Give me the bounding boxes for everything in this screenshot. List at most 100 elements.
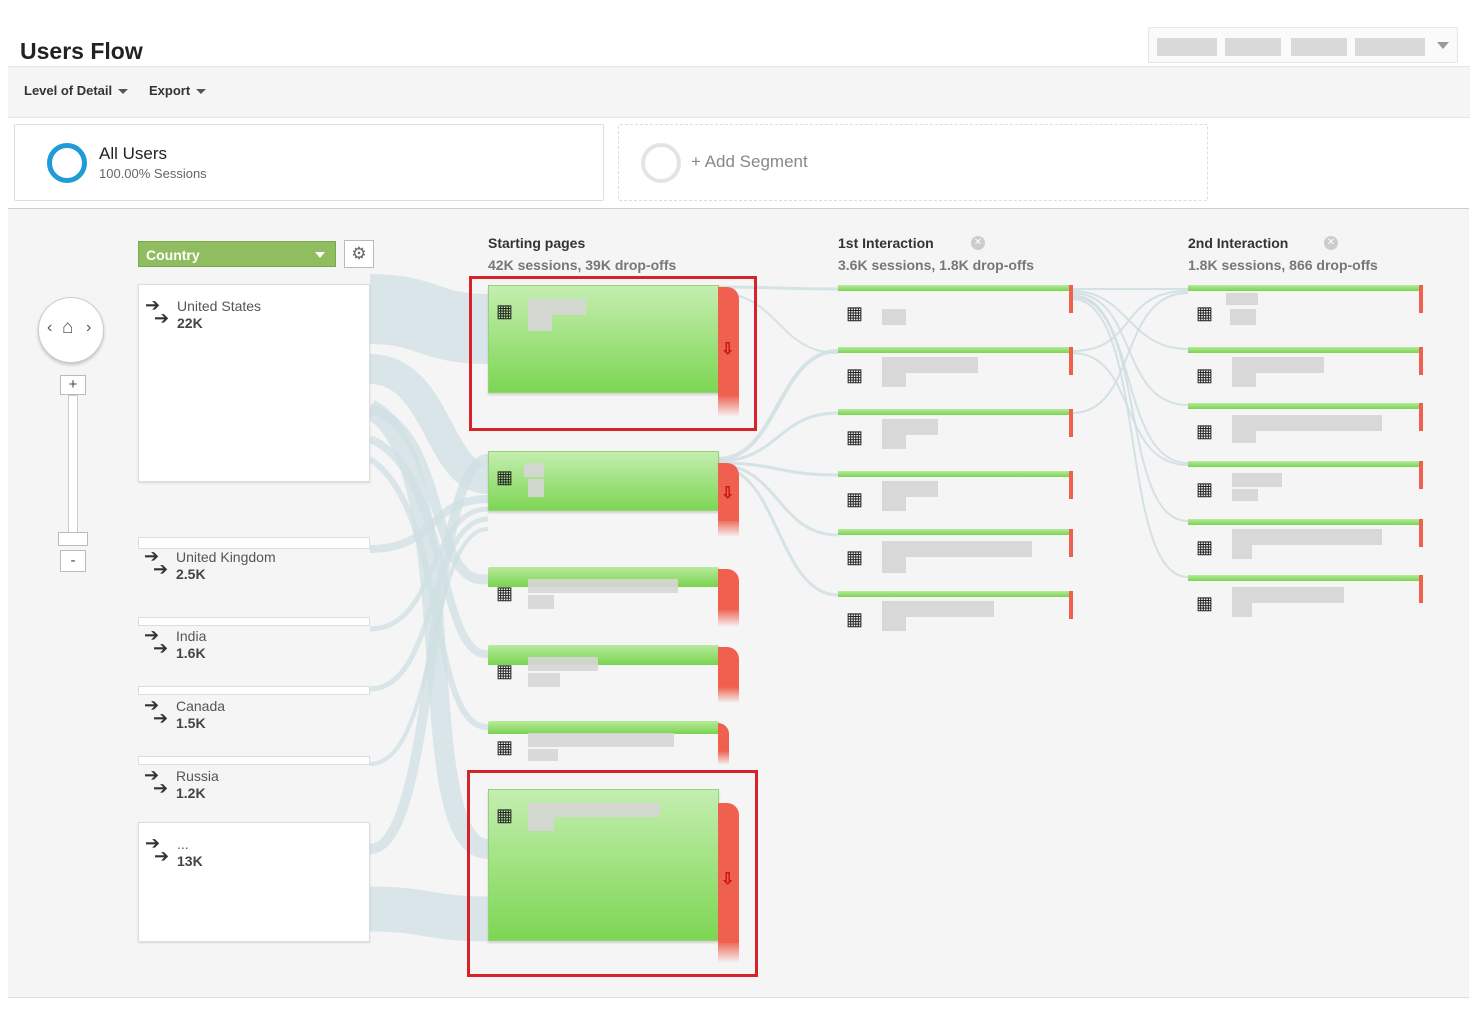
page-node-bar <box>838 285 1070 291</box>
drop-off-bar[interactable] <box>1069 591 1073 619</box>
caret-down-icon <box>118 89 129 95</box>
interaction-page-node[interactable]: ▦ <box>1188 285 1423 335</box>
drop-off-arrow-icon: ⇩ <box>721 485 735 502</box>
page-node-bar <box>838 591 1070 597</box>
interaction-page-node[interactable]: ▦ <box>1188 575 1423 625</box>
starting-pages-header: Starting pages 42K sessions, 39K drop-of… <box>488 235 676 273</box>
country-node[interactable]: ➔ ➔ India 1.6K <box>138 615 370 661</box>
country-node[interactable]: ➔ ➔ Russia 1.2K <box>138 755 370 801</box>
drop-off-bar[interactable] <box>1069 471 1073 499</box>
redirect-arrows-icon: ➔ ➔ <box>145 295 170 328</box>
blurred-account-text <box>1157 38 1217 56</box>
starting-page-node[interactable]: ⇩ ▦ <box>488 451 740 541</box>
account-selector[interactable] <box>1148 27 1458 63</box>
page-node-bar <box>1188 347 1420 353</box>
page-icon: ▦ <box>1196 537 1214 557</box>
blurred-page-name <box>882 541 1032 557</box>
country-sessions: 2.5K <box>176 566 206 582</box>
country-node[interactable]: ➔ ➔ Canada 1.5K <box>138 685 370 731</box>
blurred-account-text <box>1355 38 1425 56</box>
gear-icon[interactable]: ⚙ <box>344 240 374 268</box>
page-node-bar <box>1188 285 1420 291</box>
page-title: Users Flow <box>20 38 143 64</box>
home-icon[interactable]: ⌂ <box>62 317 73 339</box>
redirect-arrows-icon: ➔ ➔ <box>144 765 169 798</box>
drop-off-bar[interactable] <box>718 647 739 687</box>
export-button[interactable]: Export <box>149 83 207 98</box>
blurred-page-name <box>882 357 978 373</box>
segment-all-users[interactable]: All Users 100.00% Sessions <box>14 124 604 201</box>
chevron-down-icon[interactable] <box>1437 42 1449 49</box>
page-icon: ▦ <box>846 547 864 567</box>
page-node-bar <box>1188 575 1420 581</box>
country-sessions: 1.5K <box>176 715 206 731</box>
interaction-page-node[interactable]: ▦ <box>838 591 1073 641</box>
country-name: India <box>176 628 207 644</box>
blurred-page-name <box>882 557 906 573</box>
country-name: United States <box>177 298 262 314</box>
starting-page-node[interactable]: ▦ <box>488 645 740 725</box>
blurred-page-name <box>524 463 544 477</box>
page-node-bar <box>488 645 719 665</box>
empty-segment-ring-icon <box>641 143 681 183</box>
blurred-page-name <box>528 579 678 593</box>
blurred-page-name <box>882 497 906 511</box>
interaction-page-node[interactable]: ▦ <box>838 285 1073 335</box>
interaction-page-node[interactable]: ▦ <box>838 409 1073 459</box>
pan-control[interactable]: ‹ ⌂ › <box>38 297 104 363</box>
drop-off-bar[interactable] <box>1419 519 1423 547</box>
country-name: ... <box>177 836 189 852</box>
drop-off-bar[interactable] <box>1069 409 1073 437</box>
dimension-label: Country <box>146 247 200 263</box>
page-icon: ▦ <box>1196 365 1214 385</box>
blurred-account-text <box>1225 38 1281 56</box>
add-segment-button[interactable]: + Add Segment <box>618 124 1208 201</box>
interaction-page-node[interactable]: ▦ <box>1188 347 1423 397</box>
segment-sessions: 100.00% Sessions <box>99 166 207 181</box>
page-icon: ▦ <box>1196 479 1214 499</box>
drop-off-bar[interactable] <box>718 569 739 609</box>
remove-step-icon[interactable]: ✕ <box>971 236 985 250</box>
blurred-page-name <box>528 733 674 747</box>
interaction-page-node[interactable]: ▦ <box>838 529 1073 579</box>
drop-off-bar[interactable] <box>1419 403 1423 431</box>
blurred-account-text <box>1291 38 1347 56</box>
zoom-slider-thumb[interactable] <box>58 532 88 546</box>
drop-off-bar[interactable] <box>1419 347 1423 375</box>
country-node[interactable]: ➔ ➔ United Kingdom 2.5K <box>138 536 370 582</box>
drop-off-bar[interactable] <box>1069 285 1073 313</box>
drop-off-bar[interactable] <box>1069 347 1073 375</box>
drop-off-bar[interactable] <box>1419 461 1423 489</box>
export-label: Export <box>149 83 191 98</box>
zoom-out-button[interactable]: - <box>60 550 86 572</box>
interaction-page-node[interactable]: ▦ <box>1188 403 1423 453</box>
drop-off-bar[interactable] <box>718 723 729 751</box>
interaction-page-node[interactable]: ▦ <box>838 471 1073 521</box>
zoom-in-button[interactable]: + <box>60 375 86 395</box>
report-toolbar: Level of Detail Export <box>8 67 1470 118</box>
flow-canvas[interactable]: ‹ ⌂ › + - Country ⚙ ➔ ➔ United States 22K… <box>8 208 1469 998</box>
blurred-page-name <box>882 309 906 325</box>
page-node-bar <box>1188 403 1420 409</box>
blurred-page-name <box>1232 473 1282 487</box>
highlight-box <box>469 276 757 431</box>
interaction-page-node[interactable]: ▦ <box>1188 519 1423 569</box>
interaction-page-node[interactable]: ▦ <box>1188 461 1423 511</box>
drop-off-bar[interactable] <box>1419 575 1423 603</box>
interaction-page-node[interactable]: ▦ <box>838 347 1073 397</box>
level-of-detail-button[interactable]: Level of Detail <box>24 83 129 98</box>
drop-off-bar[interactable] <box>1419 285 1423 313</box>
starting-page-node[interactable]: ▦ <box>488 567 740 647</box>
country-node[interactable]: ➔ ➔ United States 22K <box>138 284 370 482</box>
dimension-dropdown[interactable]: Country <box>138 241 336 267</box>
drop-off-bar[interactable] <box>1069 529 1073 557</box>
zoom-slider-track[interactable] <box>68 395 78 535</box>
page-node-bar <box>1188 461 1420 467</box>
pan-right-icon[interactable]: › <box>86 319 91 337</box>
country-node[interactable]: ➔ ➔ ... 13K <box>138 822 370 942</box>
pan-left-icon[interactable]: ‹ <box>47 319 52 337</box>
redirect-arrows-icon: ➔ ➔ <box>144 625 169 658</box>
flow-link <box>1071 298 1189 578</box>
remove-step-icon[interactable]: ✕ <box>1324 236 1338 250</box>
page-node-bar <box>1188 519 1420 525</box>
